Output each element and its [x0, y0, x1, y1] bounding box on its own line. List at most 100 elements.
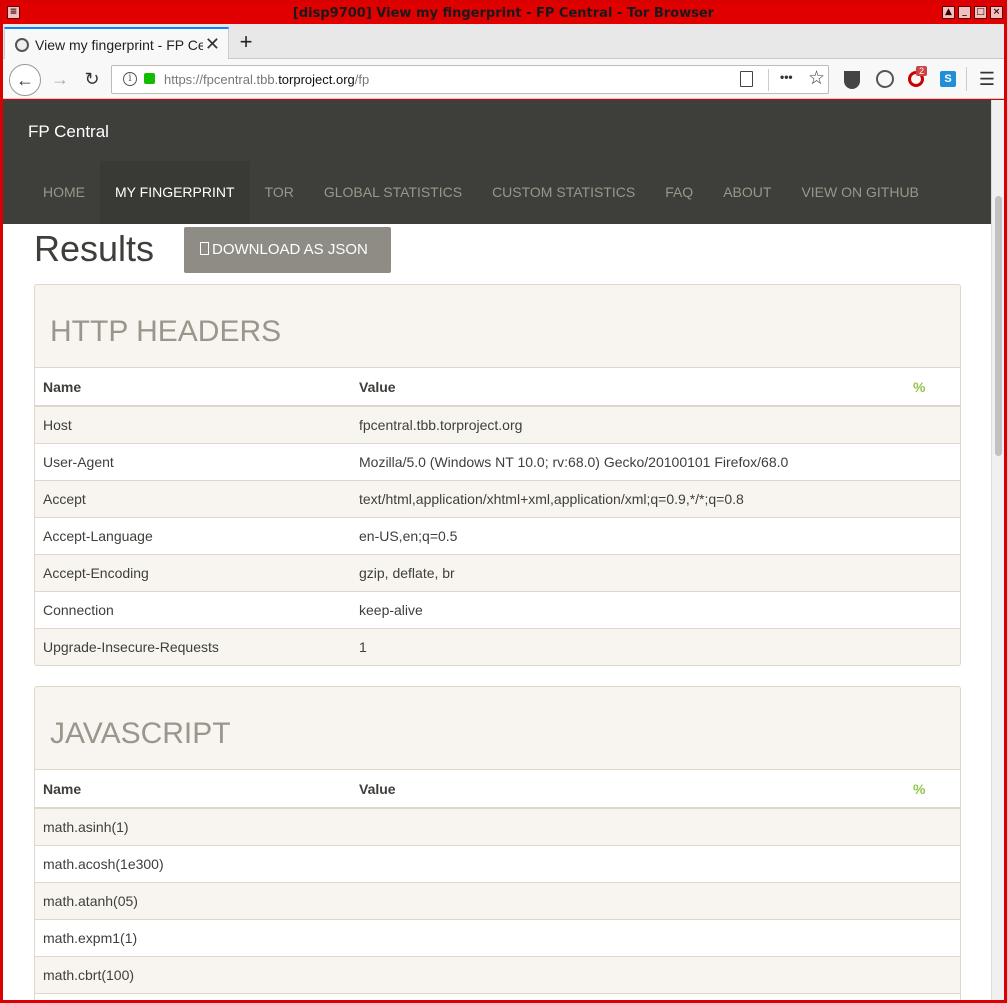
download-json-button[interactable]: DOWNLOAD AS JSON: [184, 227, 391, 273]
nav-toolbar: ← → ↻ i https://fpcentral.tbb.torproject…: [3, 59, 1004, 99]
menu-view-on-github[interactable]: VIEW ON GITHUB: [786, 161, 933, 224]
new-tab-button[interactable]: +: [235, 29, 257, 55]
javascript-title: JAVASCRIPT: [35, 687, 960, 770]
row-name: math.atanh(05): [35, 881, 351, 919]
col-name: Name: [35, 770, 351, 809]
close-icon[interactable]: ✕: [205, 34, 220, 55]
star-icon[interactable]: ☆: [808, 67, 825, 90]
info-icon[interactable]: i: [123, 72, 137, 86]
site-brand[interactable]: FP Central: [28, 122, 109, 142]
menu-about[interactable]: ABOUT: [708, 161, 786, 224]
globe-icon: [15, 38, 29, 52]
more-icon[interactable]: •••: [780, 70, 793, 84]
menu-home[interactable]: HOME: [28, 161, 100, 224]
table-row: Connection keep-alive: [35, 590, 960, 628]
page-scrollbar[interactable]: [991, 100, 1004, 1000]
url-path: /fp: [354, 72, 370, 87]
menu-tor[interactable]: TOR: [250, 161, 309, 224]
row-name: Upgrade-Insecure-Requests: [35, 627, 351, 665]
row-value: text/html,application/xhtml+xml,applicat…: [351, 479, 905, 517]
window-menu-icon[interactable]: ≡: [7, 6, 20, 19]
row-percent: [905, 955, 960, 993]
row-percent: [905, 881, 960, 919]
row-value: [351, 844, 905, 882]
window-titlebar[interactable]: ≡ [disp9700] View my fingerprint - FP Ce…: [3, 3, 1004, 24]
url-text[interactable]: https://fpcentral.tbb.torproject.org/fp: [164, 72, 369, 87]
page-content: FP Central HOME MY FINGERPRINT TOR GLOBA…: [3, 100, 991, 1000]
javascript-table: Name Value % math.asinh(1) math.acosh(1e…: [35, 770, 960, 1000]
reader-view-icon[interactable]: [740, 71, 753, 87]
row-value: [351, 918, 905, 956]
broom-icon[interactable]: [872, 66, 898, 92]
http-headers-table: Name Value % Host fpcentral.tbb.torprojec…: [35, 368, 960, 665]
table-row: math.acosh(1e300): [35, 844, 960, 882]
row-percent: [905, 590, 960, 628]
hamburger-menu-icon[interactable]: ☰: [975, 67, 999, 91]
row-value: [351, 881, 905, 919]
col-percent: %: [905, 770, 960, 809]
row-name: Accept-Encoding: [35, 553, 351, 591]
menu-faq[interactable]: FAQ: [650, 161, 708, 224]
browser-window: ≡ [disp9700] View my fingerprint - FP Ce…: [0, 0, 1007, 1003]
row-name: User-Agent: [35, 442, 351, 480]
https-everywhere-icon[interactable]: S: [940, 71, 956, 87]
row-percent: [905, 405, 960, 443]
table-row: math.atanh(05): [35, 881, 960, 919]
site-menu: HOME MY FINGERPRINT TOR GLOBAL STATISTIC…: [28, 161, 934, 224]
window-maximize-icon[interactable]: □: [974, 6, 987, 19]
shield-icon[interactable]: [844, 71, 860, 89]
row-name: math.cbrt(100): [35, 955, 351, 993]
menu-custom-statistics[interactable]: CUSTOM STATISTICS: [477, 161, 650, 224]
http-headers-title: HTTP HEADERS: [35, 285, 960, 368]
window-title: [disp9700] View my fingerprint - FP Cent…: [292, 6, 715, 21]
results-title: Results: [34, 228, 155, 269]
file-icon: [200, 242, 209, 255]
table-row: math.cbrt(100): [35, 955, 960, 993]
row-name: Accept: [35, 479, 351, 517]
javascript-panel: JAVASCRIPT Name Value % math.asinh(1) ma…: [34, 686, 961, 1000]
row-value: [351, 955, 905, 993]
divider: [768, 69, 769, 91]
table-row: Accept-Language en-US,en;q=0.5: [35, 516, 960, 554]
forward-button[interactable]: →: [48, 67, 72, 91]
tab-fingerprint[interactable]: View my fingerprint - FP Central ✕: [4, 27, 229, 59]
back-button[interactable]: ←: [9, 64, 41, 96]
menu-global-statistics[interactable]: GLOBAL STATISTICS: [309, 161, 477, 224]
row-percent: [905, 553, 960, 591]
download-json-label: DOWNLOAD AS JSON: [212, 241, 368, 258]
url-prefix: https://fpcentral.tbb.: [164, 72, 279, 87]
site-navbar: FP Central HOME MY FINGERPRINT TOR GLOBA…: [3, 100, 991, 224]
scrollbar-thumb[interactable]: [995, 196, 1002, 456]
row-value: Mozilla/5.0 (Windows NT 10.0; rv:68.0) G…: [351, 442, 905, 480]
row-percent: [905, 516, 960, 554]
row-percent: [905, 442, 960, 480]
tab-bar: View my fingerprint - FP Central ✕ +: [3, 24, 1004, 59]
row-percent: [905, 918, 960, 956]
row-percent: [905, 479, 960, 517]
row-name: math.asinh(1): [35, 807, 351, 845]
menu-my-fingerprint[interactable]: MY FINGERPRINT: [100, 161, 250, 224]
table-row: math.asinh(1): [35, 807, 960, 845]
table-row: Host fpcentral.tbb.torproject.org: [35, 405, 960, 443]
row-value: fpcentral.tbb.torproject.org: [351, 405, 905, 443]
window-close-icon[interactable]: ×: [990, 6, 1003, 19]
row-value: gzip, deflate, br: [351, 553, 905, 591]
reload-button[interactable]: ↻: [80, 67, 104, 91]
table-row: Upgrade-Insecure-Requests 1: [35, 627, 960, 665]
row-percent: [905, 844, 960, 882]
row-percent: [905, 627, 960, 665]
col-value: Value: [351, 770, 905, 809]
row-value: [351, 992, 905, 1000]
window-minimize-icon[interactable]: _: [958, 6, 971, 19]
divider: [966, 67, 967, 91]
lock-icon: [144, 73, 155, 84]
table-row: User-Agent Mozilla/5.0 (Windows NT 10.0; …: [35, 442, 960, 480]
url-bar[interactable]: i https://fpcentral.tbb.torproject.org/f…: [111, 65, 829, 94]
col-percent: %: [905, 368, 960, 407]
row-percent: [905, 992, 960, 1000]
row-name: math.expm1(1): [35, 918, 351, 956]
row-name: Host: [35, 405, 351, 443]
http-headers-panel: HTTP HEADERS Name Value % Host fpcentral.…: [34, 284, 961, 666]
url-domain: torproject.org: [278, 72, 355, 87]
window-raise-icon[interactable]: ▲: [942, 6, 955, 19]
